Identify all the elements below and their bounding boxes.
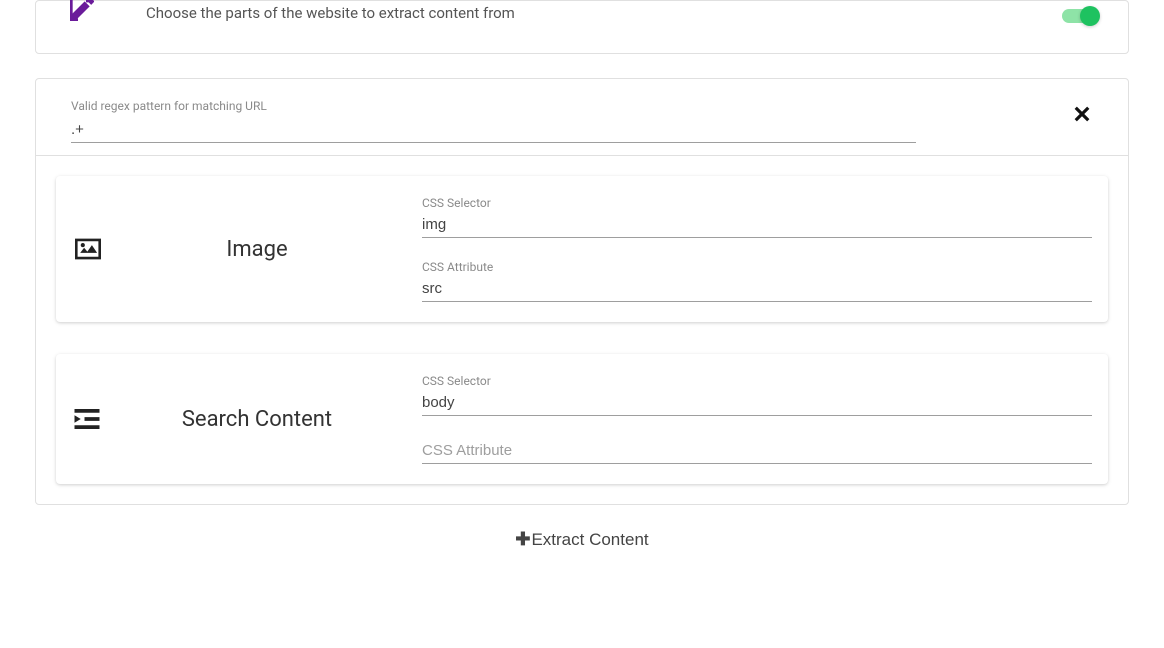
enable-manual-extraction-card: Enable Manual Extraction Choose the part… xyxy=(35,0,1129,54)
close-icon xyxy=(1071,103,1093,125)
toggle-knob xyxy=(1080,6,1100,26)
image-icon xyxy=(72,236,132,262)
section-title: Image xyxy=(132,237,422,262)
card-subtitle: Choose the parts of the website to extra… xyxy=(146,4,1098,22)
css-attribute-input[interactable] xyxy=(422,438,1092,464)
css-attribute-input[interactable] xyxy=(422,276,1092,302)
css-selector-label: CSS Selector xyxy=(422,374,1092,388)
extraction-rules-card: Valid regex pattern for matching URL Ima… xyxy=(35,78,1129,505)
plus-icon: ✚ xyxy=(515,529,530,550)
extraction-section-image: Image CSS Selector CSS Attribute xyxy=(56,176,1108,322)
extract-content-button[interactable]: ✚Extract Content xyxy=(515,529,648,550)
enable-toggle[interactable] xyxy=(1062,9,1098,23)
css-selector-input[interactable] xyxy=(422,212,1092,238)
regex-input[interactable] xyxy=(71,117,916,143)
section-title: Search Content xyxy=(132,407,422,432)
regex-label: Valid regex pattern for matching URL xyxy=(71,99,1093,113)
css-attribute-label: CSS Attribute xyxy=(422,260,1092,274)
close-button[interactable] xyxy=(1071,103,1093,129)
edit-icon xyxy=(66,0,98,29)
extraction-section-search-content: Search Content CSS Selector xyxy=(56,354,1108,484)
css-selector-label: CSS Selector xyxy=(422,196,1092,210)
css-selector-input[interactable] xyxy=(422,390,1092,416)
extract-label: Extract Content xyxy=(531,530,648,550)
indent-icon xyxy=(72,406,132,432)
